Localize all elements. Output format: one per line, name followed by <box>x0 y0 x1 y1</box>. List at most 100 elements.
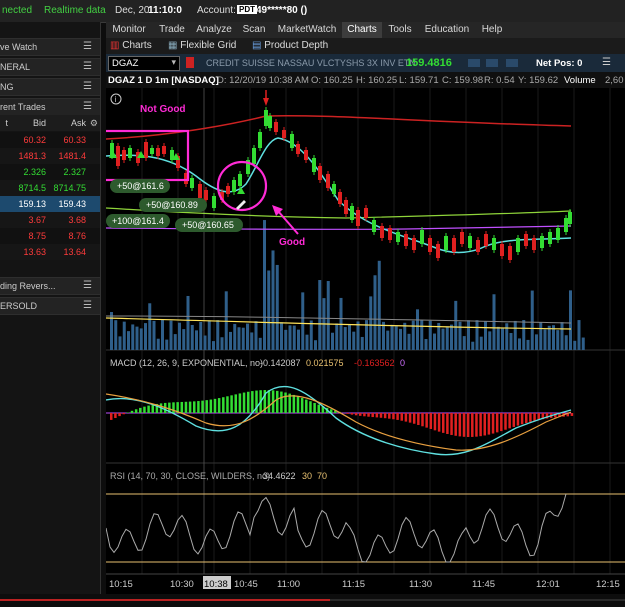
range-value: R: 0.54 <box>484 75 515 86</box>
candle-body <box>162 146 166 154</box>
macd-histogram-bar <box>363 413 366 417</box>
candle-body <box>258 132 262 148</box>
high-value: H: 160.25 <box>356 75 398 86</box>
macd-histogram-bar <box>114 413 117 419</box>
volume-bar <box>411 320 415 350</box>
volume-bar <box>420 320 424 350</box>
menu-education[interactable]: Education <box>418 22 476 38</box>
menu-marketwatch[interactable]: MarketWatch <box>272 22 342 38</box>
link-icon[interactable] <box>186 57 194 68</box>
candle-body <box>372 220 376 232</box>
tab-product-depth[interactable]: ▤ Product Depth <box>252 38 328 54</box>
column-header-bid[interactable]: Bid <box>22 115 46 131</box>
candle-body <box>150 148 154 154</box>
volume-bar <box>186 295 190 350</box>
macd-histogram-bar <box>429 413 433 429</box>
table-row[interactable]: 159.13 159.43 <box>0 196 100 212</box>
symbol-description: CREDIT SUISSE NASSAU VLCTYSHS 3X INV ETN <box>206 58 416 68</box>
time-axis: 10:15 10:30 10:38 10:45 11:00 11:15 11:30 11:45… <box>109 576 620 590</box>
menu-icon[interactable]: ☰ <box>83 59 92 75</box>
status-date: Dec, 20 <box>115 5 150 16</box>
candle-body <box>404 234 408 246</box>
time-tick-label: 10:45 <box>234 579 258 590</box>
menu-scan[interactable]: Scan <box>236 22 272 38</box>
macd-histogram-bar <box>213 398 217 413</box>
menu-icon[interactable]: ☰ <box>83 39 92 55</box>
symbol-input[interactable]: DGAZ ▾ <box>108 56 180 71</box>
candle-body <box>568 212 572 224</box>
table-row[interactable]: 2.326 2.327 <box>0 164 100 180</box>
menu-trade[interactable]: Trade <box>152 22 192 38</box>
account-number[interactable]: 49*****80 () <box>256 5 307 16</box>
menu-tools[interactable]: Tools <box>382 22 418 38</box>
price-chart[interactable]: i Not Good Good +50@161.6 +50@160.89 +10… <box>106 88 625 594</box>
macd-histogram-bar <box>217 398 221 413</box>
macd-histogram-bar <box>267 390 271 413</box>
connection-status: nected <box>2 5 33 16</box>
gear-icon[interactable]: ⚙ <box>88 115 98 131</box>
macd-histogram-bar <box>466 413 470 437</box>
table-row[interactable]: 60.32 60.33 <box>0 132 100 148</box>
tab-flexible-grid[interactable]: ▦ Flexible Grid <box>168 38 236 54</box>
menu-icon[interactable]: ☰ <box>83 79 92 95</box>
macd-histogram-bar <box>193 401 196 413</box>
ask-cell: 3.68 <box>68 215 86 225</box>
menu-monitor[interactable]: Monitor <box>106 22 152 38</box>
fill-bubble[interactable]: +50@160.89 <box>139 198 207 212</box>
macd-histogram-bar <box>118 413 121 417</box>
scroll-thumb[interactable] <box>0 599 330 601</box>
section-ng[interactable]: NG ☰ <box>0 78 100 96</box>
candle-body <box>212 196 216 208</box>
volume-bar <box>433 333 436 350</box>
tab-charts[interactable]: ▥ Charts <box>110 38 152 54</box>
scanner-header[interactable]: ERSOLD ☰ <box>0 297 100 315</box>
fill-bubble[interactable]: +50@161.6 <box>110 179 170 193</box>
low-value: L: 159.71 <box>399 75 439 86</box>
candle-body <box>350 206 354 220</box>
table-row[interactable]: 13.63 13.64 <box>0 244 100 260</box>
candle-body <box>326 174 330 188</box>
fill-bubble[interactable]: +100@161.4 <box>106 214 170 228</box>
macd-histogram-bar <box>134 409 138 413</box>
horizontal-scrollbar[interactable] <box>0 594 625 607</box>
menu-analyze[interactable]: Analyze <box>192 22 236 38</box>
fill-bubble[interactable]: +50@160.65 <box>175 218 243 232</box>
macd-histogram-bar <box>197 401 200 413</box>
table-row[interactable]: 3.67 3.68 <box>0 212 100 228</box>
menu-icon[interactable]: ☰ <box>602 57 611 68</box>
table-row[interactable]: 1481.3 1481.4 <box>0 148 100 164</box>
menu-charts[interactable]: Charts <box>342 22 382 38</box>
section-general[interactable]: NERAL ☰ <box>0 58 100 76</box>
macd-histogram-bar <box>388 413 391 419</box>
rsi-label: RSI (14, 70, 30, CLOSE, WILDERS, no) <box>110 471 270 481</box>
section-current-trades[interactable]: rent Trades ☰ <box>0 98 100 116</box>
macd-histogram-bar <box>450 413 453 435</box>
volume-bar <box>445 326 449 350</box>
candle-body <box>532 238 536 250</box>
macd-histogram-bar <box>495 413 499 433</box>
table-row[interactable]: 8.75 8.76 <box>0 228 100 244</box>
chevron-down-icon[interactable]: ▾ <box>171 57 176 68</box>
volume-bar <box>139 328 143 350</box>
column-header-ask[interactable]: Ask <box>58 115 86 131</box>
time-tick-label: 10:15 <box>109 579 133 590</box>
macd-histogram-bar <box>359 413 362 416</box>
volume-bar <box>360 336 364 350</box>
macd-histogram-bar <box>454 413 457 436</box>
data-mode: Realtime data <box>44 5 106 16</box>
candle-body <box>156 148 160 156</box>
candle-body <box>412 238 416 250</box>
status-time: 11:10:0 <box>148 5 182 16</box>
scanner-header[interactable]: ding Revers... ☰ <box>0 277 100 295</box>
symbol-value: DGAZ <box>112 58 139 69</box>
live-watch-header[interactable]: ve Watch ☰ <box>0 38 100 56</box>
macd-histogram-bar <box>346 413 350 414</box>
candle-body <box>500 244 504 256</box>
menu-icon[interactable]: ☰ <box>83 99 92 115</box>
macd-histogram-bar <box>462 413 466 437</box>
menu-help[interactable]: Help <box>476 22 508 38</box>
macd-histogram-bar <box>276 390 279 413</box>
menu-icon[interactable]: ☰ <box>83 278 92 294</box>
menu-icon[interactable]: ☰ <box>83 298 92 314</box>
table-row[interactable]: 8714.5 8714.75 <box>0 180 100 196</box>
